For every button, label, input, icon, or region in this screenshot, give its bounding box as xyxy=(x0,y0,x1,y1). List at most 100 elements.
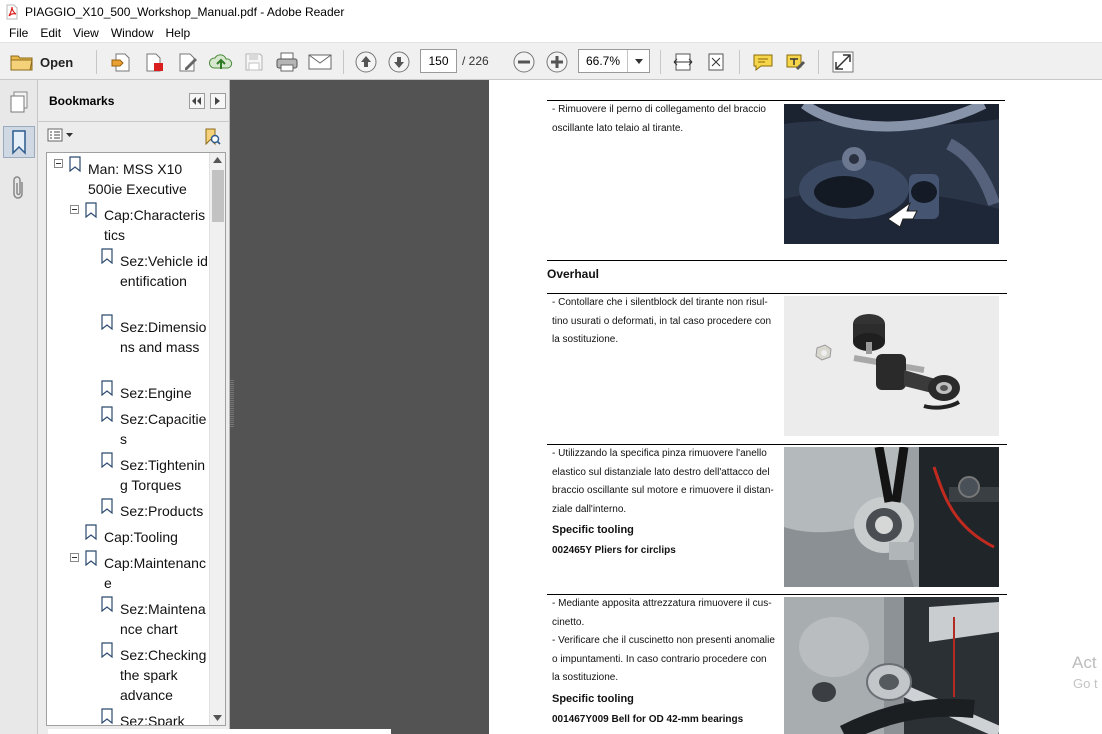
next-page-icon xyxy=(388,51,410,73)
bookmark-ribbon-icon xyxy=(12,130,26,155)
title-bar: PIAGGIO_X10_500_Workshop_Manual.pdf - Ad… xyxy=(0,0,1102,23)
fit-page-button[interactable] xyxy=(704,50,728,74)
toolbar-separator xyxy=(818,50,819,74)
double-chevron-left-icon xyxy=(192,97,201,105)
bookmark-item-vehicle-identification[interactable]: Sez:Vehicle identification xyxy=(120,251,208,291)
bookmark-icon xyxy=(101,642,113,658)
bookmark-item-tightening-torques[interactable]: Sez:Tightening Torques xyxy=(120,455,208,495)
bookmarks-scrollbar[interactable] xyxy=(209,153,225,725)
folder-icon xyxy=(10,55,33,71)
scroll-down-icon[interactable] xyxy=(213,715,222,721)
tool-code-bell: 001467Y009 Bell for OD 42-mm bearings xyxy=(552,714,744,725)
page-thumbnails-icon xyxy=(10,91,28,113)
bookmark-item-characteristics[interactable]: Cap:Characteristics xyxy=(104,205,208,245)
scroll-up-icon[interactable] xyxy=(213,157,222,163)
horizontal-scrollbar[interactable] xyxy=(48,729,391,734)
comment-icon xyxy=(753,54,773,72)
fit-width-icon xyxy=(673,53,693,71)
previous-page-button[interactable] xyxy=(354,50,378,74)
toolbar: Open xyxy=(0,43,1102,80)
bookmark-item-engine[interactable]: Sez:Engine xyxy=(120,383,208,403)
bookmark-item-man[interactable]: Man: MSS X10 500ie Executive xyxy=(88,159,208,199)
upload-button[interactable] xyxy=(208,50,234,74)
comment-button[interactable] xyxy=(750,50,776,74)
page-number-input[interactable] xyxy=(420,49,457,73)
zoom-in-button[interactable] xyxy=(545,50,569,74)
menu-edit[interactable]: Edit xyxy=(34,23,67,43)
bookmarks-panel-button[interactable] xyxy=(3,126,35,158)
open-label: Open xyxy=(40,54,74,70)
create-pdf-button[interactable] xyxy=(108,50,134,74)
zoom-dropdown-button[interactable] xyxy=(627,50,649,72)
collapse-toggle[interactable] xyxy=(70,205,79,214)
photo-circlip-pliers xyxy=(784,447,999,587)
activation-watermark-title: Act xyxy=(1072,653,1097,672)
tool-code-pliers: 002465Y Pliers for circlips xyxy=(552,545,676,556)
export-pdf-button[interactable] xyxy=(141,50,167,74)
bookmark-options-button[interactable] xyxy=(47,128,73,142)
zoom-select[interactable]: 66.7% xyxy=(578,49,650,73)
print-button[interactable] xyxy=(274,50,300,74)
fit-width-button[interactable] xyxy=(671,50,695,74)
bookmark-item-capacities[interactable]: Sez:Capacities xyxy=(120,409,208,449)
menu-file[interactable]: File xyxy=(3,23,34,43)
email-button[interactable] xyxy=(307,50,333,74)
window-title: PIAGGIO_X10_500_Workshop_Manual.pdf - Ad… xyxy=(25,4,345,19)
specific-tooling-heading: Specific tooling xyxy=(552,524,634,536)
save-button[interactable] xyxy=(242,50,266,74)
create-pdf-icon xyxy=(111,53,130,72)
bookmark-icon xyxy=(101,452,113,468)
chevron-down-icon xyxy=(634,58,643,64)
bookmark-icon xyxy=(101,596,113,612)
bookmark-item-spark-advance[interactable]: Sez:Checking the spark advance xyxy=(120,645,208,705)
open-button[interactable]: Open xyxy=(10,50,73,74)
zoom-out-button[interactable] xyxy=(512,50,536,74)
edit-pdf-button[interactable] xyxy=(175,50,201,74)
zoom-value: 66.7% xyxy=(585,54,621,68)
highlight-icon xyxy=(786,54,805,70)
bookmark-icon xyxy=(101,406,113,422)
toolbar-separator xyxy=(660,50,661,74)
bookmark-icon xyxy=(101,314,113,330)
collapse-panel-button[interactable] xyxy=(189,93,205,109)
find-bookmark-button[interactable] xyxy=(203,128,221,149)
bookmark-item-maintenance[interactable]: Cap:Maintenance xyxy=(104,553,208,593)
step-text-remove-pin: - Rimuovere il perno di collegamento del… xyxy=(552,104,766,134)
collapse-toggle[interactable] xyxy=(54,159,63,168)
highlight-button[interactable] xyxy=(783,50,809,74)
panel-resize-handle[interactable] xyxy=(230,380,235,428)
close-panel-button[interactable] xyxy=(210,93,226,109)
bookmark-item-products[interactable]: Sez:Products xyxy=(120,501,208,521)
next-page-button[interactable] xyxy=(387,50,411,74)
pdf-page[interactable]: - Rimuovere il perno di collegamento del… xyxy=(489,80,1102,734)
photo-bearing-tool xyxy=(784,597,999,734)
bookmark-icon xyxy=(101,380,113,396)
bookmark-item-spark[interactable]: Sez:Spark xyxy=(120,711,208,725)
menu-window[interactable]: Window xyxy=(105,23,160,43)
bookmark-icon xyxy=(85,550,97,566)
menu-view[interactable]: View xyxy=(67,23,105,43)
bookmark-item-maintenance-chart[interactable]: Sez:Maintenance chart xyxy=(120,599,208,639)
fullscreen-button[interactable] xyxy=(830,50,856,74)
zoom-out-icon xyxy=(513,51,535,73)
page-total: / 226 xyxy=(462,54,489,68)
bookmarks-panel: Bookmarks Man: MSS X10 500ie Executive C… xyxy=(38,80,230,734)
pdf-file-icon xyxy=(6,4,18,19)
chevron-right-icon xyxy=(215,97,220,105)
bookmark-item-dimensions[interactable]: Sez:Dimensions and mass xyxy=(120,317,208,357)
bookmark-item-tooling[interactable]: Cap:Tooling xyxy=(104,527,208,547)
toolbar-separator xyxy=(739,50,740,74)
page-thumbnails-button[interactable] xyxy=(3,86,35,118)
scrollbar-thumb[interactable] xyxy=(212,170,224,222)
save-icon xyxy=(245,53,263,71)
attachments-button[interactable] xyxy=(3,172,35,204)
collapse-toggle[interactable] xyxy=(70,553,79,562)
edit-icon xyxy=(179,53,197,72)
bookmark-icon xyxy=(69,156,81,172)
divider xyxy=(547,260,1007,261)
specific-tooling-heading: Specific tooling xyxy=(552,693,634,705)
bookmark-icon xyxy=(101,248,113,264)
bookmarks-tree: Man: MSS X10 500ie Executive Cap:Charact… xyxy=(46,152,226,726)
toolbar-separator xyxy=(343,50,344,74)
menu-help[interactable]: Help xyxy=(160,23,197,43)
